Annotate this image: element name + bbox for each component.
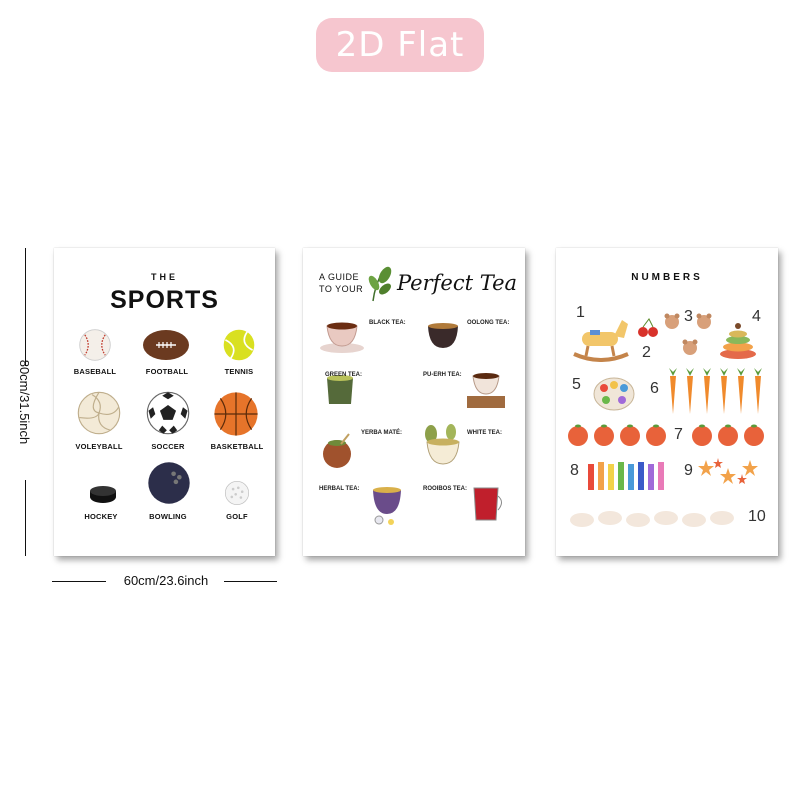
black-tea-cup-icon [320, 322, 364, 353]
tea-leaf-icon [368, 266, 392, 302]
oranges-row-2-icon [692, 424, 764, 446]
tea-name-puerh: PU-ERH TEA: [423, 372, 462, 378]
sport-label-volleyball: VOLEYBALL [75, 442, 123, 451]
teddy-bears-icon [664, 313, 712, 355]
carrots-icon [669, 368, 762, 414]
rocking-horse-icon [573, 320, 629, 362]
tea-name-green: GREEN TEA: [325, 372, 363, 378]
bowling-ball-icon [146, 460, 192, 506]
tea-guide-line1: A GUIDE [319, 272, 360, 282]
numbers-poster: NUMBERS 1 2 3 4 5 6 7 8 9 10 [556, 248, 778, 556]
digit-2: 2 [642, 344, 651, 361]
tea-name-black: BLACK TEA: [369, 320, 406, 326]
volleyball-icon [76, 390, 122, 436]
stars-icon [698, 458, 758, 484]
sports-poster: THE SPORTS BASEBALL FOOTBALL TENNIS VOLE… [54, 248, 275, 556]
height-dimension: 80cm/31.5inch [8, 248, 38, 556]
style-badge: 2D Flat [316, 18, 484, 72]
height-label: 80cm/31.5inch [17, 359, 32, 445]
tea-item-black: BLACK TEA: [369, 320, 415, 327]
sport-label-bowling: BOWLING [149, 512, 187, 521]
sport-label-hockey: HOCKEY [84, 512, 118, 521]
white-tea-cup-icon [425, 424, 460, 465]
tea-item-white: WHITE TEA: [467, 430, 517, 437]
tea-item-puerh: PU-ERH TEA: [423, 372, 469, 379]
tennis-ball-icon [222, 328, 256, 362]
sports-kicker: THE [151, 272, 178, 282]
sport-label-tennis: TENNIS [224, 367, 254, 376]
digit-8: 8 [570, 462, 579, 479]
sport-label-football: FOOTBALL [145, 367, 189, 376]
clouds-icon [570, 511, 734, 527]
tea-poster: A GUIDE TO YOUR Perfect Tea BLACK TEA: O… [303, 248, 525, 556]
width-dimension: 60cm/23.6inch [52, 572, 277, 590]
digit-6: 6 [650, 380, 659, 397]
sports-title: SPORTS [110, 286, 219, 314]
tea-item-herbal: HERBAL TEA: [319, 486, 367, 493]
baseball-icon [78, 328, 112, 362]
width-label: 60cm/23.6inch [123, 573, 209, 588]
tea-name-oolong: OOLONG TEA: [467, 320, 510, 326]
puerh-tea-cup-icon [467, 373, 505, 408]
sport-label-baseball: BASEBALL [73, 367, 117, 376]
tea-name-herbal: HERBAL TEA: [319, 486, 360, 492]
tea-item-yerba: YERBA MATÉ: [361, 430, 411, 437]
numbers-title: NUMBERS [631, 272, 703, 283]
digit-10: 10 [748, 508, 766, 525]
sport-label-golf: GOLF [226, 512, 248, 521]
tea-name-white: WHITE TEA: [467, 430, 502, 436]
height-line-bottom [25, 480, 26, 556]
hockey-puck-icon [88, 484, 118, 504]
tea-item-green: GREEN TEA: [325, 372, 375, 379]
colored-pencils-icon [588, 462, 664, 490]
soccer-ball-icon [145, 390, 191, 436]
football-icon [142, 326, 190, 364]
paint-palette-icon [593, 377, 635, 411]
tea-item-oolong: OOLONG TEA: [467, 320, 517, 327]
basketball-icon [212, 390, 260, 438]
tea-guide-line2: TO YOUR [319, 284, 364, 294]
herbal-tea-cup-icon [373, 487, 401, 525]
cherries-icon [638, 318, 658, 337]
sport-label-soccer: SOCCER [151, 442, 185, 451]
width-line-right [224, 581, 277, 582]
golf-ball-icon [224, 480, 250, 506]
rooibos-tea-glass-icon [473, 487, 502, 521]
digit-7: 7 [674, 426, 683, 443]
oranges-row-1-icon [568, 424, 666, 446]
digit-5: 5 [572, 376, 581, 393]
digit-9: 9 [684, 462, 693, 479]
tea-name-rooibos: ROOIBOS TEA: [423, 486, 468, 492]
stacking-rings-icon [720, 323, 756, 359]
oolong-tea-cup-icon [428, 323, 458, 348]
tea-title: Perfect Tea [397, 271, 518, 295]
tea-guide-text: A GUIDE TO YOUR [319, 271, 363, 295]
width-line-left [52, 581, 106, 582]
sport-label-basketball: BASKETBALL [210, 442, 264, 451]
yerba-mate-cup-icon [323, 433, 351, 468]
tea-item-rooibos: ROOIBOS TEA: [423, 486, 471, 493]
tea-name-yerba: YERBA MATÉ: [361, 430, 402, 436]
